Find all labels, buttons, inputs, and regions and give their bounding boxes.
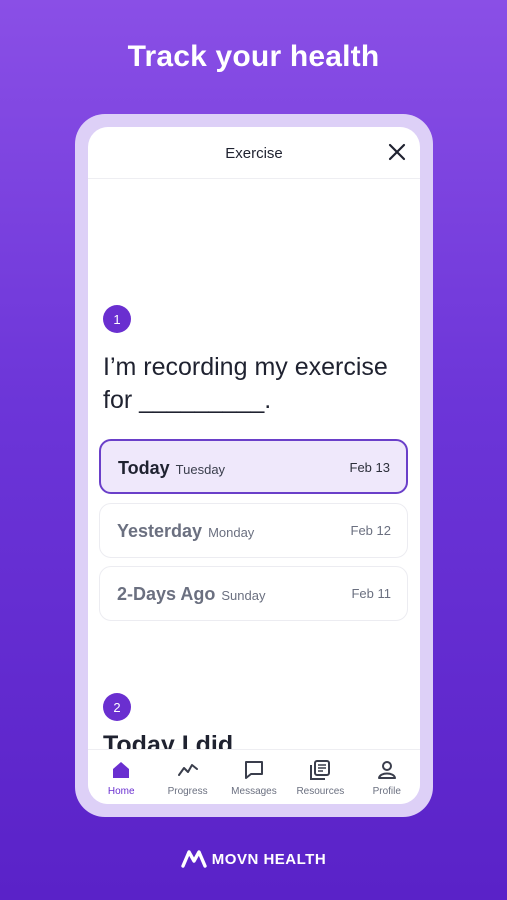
option-date: Feb 13: [349, 460, 390, 475]
page-title: Exercise: [225, 145, 283, 162]
tab-label: Profile: [372, 786, 401, 797]
home-icon: [113, 762, 130, 778]
app-screen: Exercise 1 I’m recording my exercise for…: [88, 127, 420, 804]
tab-label: Progress: [167, 786, 208, 797]
library-icon: [310, 760, 331, 780]
header-bar: Exercise: [88, 127, 420, 179]
bottom-tab-bar: Home Progress Messages Resources Profile: [88, 749, 420, 804]
option-date: Feb 11: [351, 586, 391, 601]
tab-home[interactable]: Home: [88, 750, 154, 804]
option-2-days-ago[interactable]: 2-Days Ago Sunday Feb 11: [99, 566, 408, 621]
tab-profile[interactable]: Profile: [354, 750, 420, 804]
step-1-question: I’m recording my exercise for _________.: [103, 353, 388, 414]
phone-frame: Exercise 1 I’m recording my exercise for…: [75, 114, 433, 817]
brand-name: MOVN HEALTH: [211, 850, 327, 868]
tab-resources[interactable]: Resources: [287, 750, 353, 804]
option-day: Tuesday: [175, 462, 226, 477]
message-icon: [244, 761, 263, 779]
option-label: Yesterday Monday: [117, 521, 255, 541]
close-icon[interactable]: [386, 141, 408, 163]
step-1-badge: 1: [103, 305, 131, 333]
option-label: Today Tuesday: [118, 458, 226, 478]
option-label: 2-Days Ago Sunday: [117, 584, 266, 604]
movn-logo-icon: [181, 850, 207, 868]
trend-line-icon: [177, 764, 198, 776]
tab-label: Resources: [296, 786, 345, 797]
option-date: Feb 12: [350, 523, 391, 538]
brand-footer: MOVN HEALTH: [0, 850, 507, 868]
tab-messages[interactable]: Messages: [221, 750, 287, 804]
option-day: Sunday: [221, 588, 266, 603]
option-today[interactable]: Today Tuesday Feb 13: [99, 439, 408, 494]
option-day: Monday: [208, 525, 255, 540]
tab-label: Messages: [231, 786, 277, 797]
step-2-badge: 2: [103, 693, 131, 721]
tab-progress[interactable]: Progress: [155, 750, 221, 804]
tab-label: Home: [107, 786, 135, 797]
option-yesterday[interactable]: Yesterday Monday Feb 12: [99, 503, 408, 558]
person-icon: [377, 761, 396, 779]
marketing-headline: Track your health: [127, 40, 380, 73]
